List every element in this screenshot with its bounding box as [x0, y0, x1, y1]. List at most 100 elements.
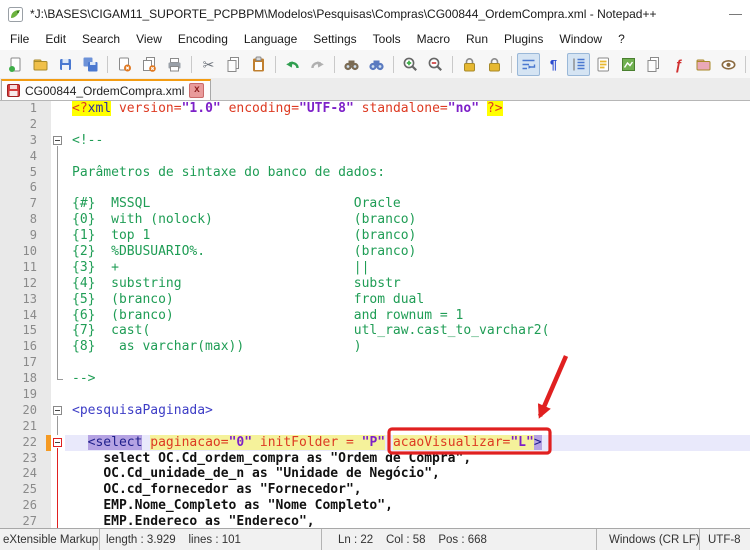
fold-margin [51, 116, 65, 133]
tab-label: CG00844_OrdemCompra.xml [25, 83, 185, 98]
status-eol-format[interactable]: Windows (CR LF) [597, 529, 700, 550]
editor-line-13[interactable]: 13 {5} (branco) from dual [0, 291, 750, 308]
tab-cg00844-ordemcompra[interactable]: CG00844_OrdemCompra.xml x [1, 79, 212, 100]
menu-item-macro[interactable]: Macro [409, 29, 458, 49]
fold-margin [51, 259, 65, 276]
menu-item-settings[interactable]: Settings [305, 29, 364, 49]
redo-icon[interactable] [306, 53, 329, 76]
replace-icon[interactable] [365, 53, 388, 76]
line-text: OC.Cd_unidade_de_n as "Unidade de Negóci… [103, 466, 440, 482]
menu-item-window[interactable]: Window [551, 29, 610, 49]
editor-line-18[interactable]: 18 --> [0, 371, 750, 388]
paste-icon[interactable] [247, 53, 270, 76]
editor-line-8[interactable]: 8 {0} with (nolock) (branco) [0, 212, 750, 229]
function-list-icon[interactable] [592, 53, 615, 76]
document-list-icon[interactable] [642, 53, 665, 76]
copy-icon[interactable] [222, 53, 245, 76]
line-number: 16 [0, 339, 46, 356]
fold-margin [51, 323, 65, 340]
undo-icon[interactable] [281, 53, 304, 76]
line-text: {0} with (nolock) (branco) [72, 212, 417, 228]
fold-margin [51, 339, 65, 356]
sync-horizontal-scroll-icon[interactable] [483, 53, 506, 76]
editor-line-20[interactable]: 20 <pesquisaPaginada> [0, 402, 750, 419]
editor-line-2[interactable]: 2 [0, 116, 750, 133]
fold-margin [51, 244, 65, 260]
document-map-icon[interactable] [617, 53, 640, 76]
line-number: 9 [0, 228, 46, 245]
editor-line-6[interactable]: 6 [0, 180, 750, 197]
menu-item-view[interactable]: View [128, 29, 170, 49]
editor-line-9[interactable]: 9 {1} top 1 (branco) [0, 228, 750, 245]
save-icon[interactable] [54, 53, 77, 76]
tab-close-icon[interactable]: x [189, 83, 205, 98]
title-bar: *J:\BASES\CIGAM11_SUPORTE_PCPBPM\Modelos… [0, 0, 750, 28]
code-editor[interactable]: 1 <?xml version="1.0" encoding="UTF-8" st… [0, 101, 750, 528]
menu-item-encoding[interactable]: Encoding [170, 29, 236, 49]
show-all-characters-icon[interactable]: ¶ [542, 53, 565, 76]
sync-vertical-scroll-icon[interactable] [458, 53, 481, 76]
editor-line-24[interactable]: 24 OC.Cd_unidade_de_n as "Unidade de Neg… [0, 466, 750, 483]
open-file-icon[interactable] [29, 53, 52, 76]
editor-line-23[interactable]: 23 select OC.Cd_ordem_compra as "Ordem d… [0, 450, 750, 467]
line-text: <!-- [72, 132, 104, 148]
fold-collapse-icon [53, 135, 62, 145]
zoom-out-icon[interactable] [424, 53, 447, 76]
line-text: Parâmetros de sintaxe do banco de dados: [72, 164, 386, 180]
folder-as-workspace-icon[interactable] [692, 53, 715, 76]
line-number: 12 [0, 275, 46, 292]
editor-line-21[interactable]: 21 [0, 418, 750, 435]
editor-line-26[interactable]: 26 EMP.Nome_Completo as "Nome Completo", [0, 498, 750, 515]
save-all-icon[interactable] [79, 53, 102, 76]
fold-margin[interactable] [51, 132, 65, 149]
line-number: 26 [0, 498, 46, 515]
editor-line-27[interactable]: 27 EMP.Endereco as "Endereco", [0, 514, 750, 528]
fold-margin[interactable] [51, 402, 65, 419]
menu-item-run[interactable]: Run [458, 29, 496, 49]
line-text: {1} top 1 (branco) [72, 228, 417, 244]
editor-line-16[interactable]: 16 {8} as varchar(max)) ) [0, 339, 750, 356]
toolbar: ✂ ¶ ƒ [0, 50, 750, 78]
editor-line-4[interactable]: 4 [0, 148, 750, 165]
editor-line-5[interactable]: 5 Parâmetros de sintaxe do banco de dados… [0, 164, 750, 181]
close-icon[interactable] [113, 53, 136, 76]
menu-item-edit[interactable]: Edit [37, 29, 74, 49]
status-encoding[interactable]: UTF-8 [700, 529, 750, 550]
print-icon[interactable] [163, 53, 186, 76]
fold-margin[interactable] [51, 434, 65, 451]
new-file-icon[interactable] [4, 53, 27, 76]
cut-icon[interactable]: ✂ [197, 53, 220, 76]
menu-item-plugins[interactable]: Plugins [496, 29, 551, 49]
editor-line-10[interactable]: 10 {2} %DBUSUARIO%. (branco) [0, 244, 750, 260]
toolbar-separator [275, 55, 276, 73]
zoom-in-icon[interactable] [399, 53, 422, 76]
line-number: 17 [0, 355, 46, 372]
editor-line-3[interactable]: 3 <!-- [0, 132, 750, 149]
minimize-button[interactable]: — [729, 7, 742, 20]
editor-line-25[interactable]: 25 OC.cd_fornecedor as "Fornecedor", [0, 482, 750, 499]
svg-text:✂: ✂ [203, 56, 215, 72]
editor-line-17[interactable]: 17 [0, 355, 750, 372]
menu-item-language[interactable]: Language [236, 29, 305, 49]
word-wrap-icon[interactable] [517, 52, 540, 76]
menu-item-file[interactable]: File [2, 29, 37, 49]
file-monitoring-eye-icon[interactable] [717, 53, 740, 76]
find-icon[interactable] [340, 53, 363, 76]
editor-line-22[interactable]: 22 <select paginacao="0" initFolder = "P… [0, 434, 750, 451]
fold-margin [51, 498, 65, 515]
editor-line-19[interactable]: 19 [0, 387, 750, 403]
menu-item-search[interactable]: Search [74, 29, 128, 49]
close-all-icon[interactable] [138, 53, 161, 76]
editor-line-15[interactable]: 15 {7} cast( utl_raw.cast_to_varchar2( [0, 323, 750, 340]
editor-line-1[interactable]: 1 <?xml version="1.0" encoding="UTF-8" st… [0, 101, 750, 117]
editor-line-11[interactable]: 11 {3} + || [0, 259, 750, 276]
fold-margin [51, 275, 65, 292]
line-text: --> [72, 371, 96, 387]
menu-item-help[interactable]: ? [610, 29, 633, 49]
editor-line-12[interactable]: 12 {4} substring substr [0, 275, 750, 292]
editor-line-7[interactable]: 7 {#} MSSQL Oracle [0, 196, 750, 213]
show-indent-guide-icon[interactable] [567, 52, 590, 76]
menu-item-tools[interactable]: Tools [365, 29, 409, 49]
define-language-icon[interactable]: ƒ [667, 53, 690, 76]
editor-line-14[interactable]: 14 {6} (branco) and rownum = 1 [0, 307, 750, 324]
